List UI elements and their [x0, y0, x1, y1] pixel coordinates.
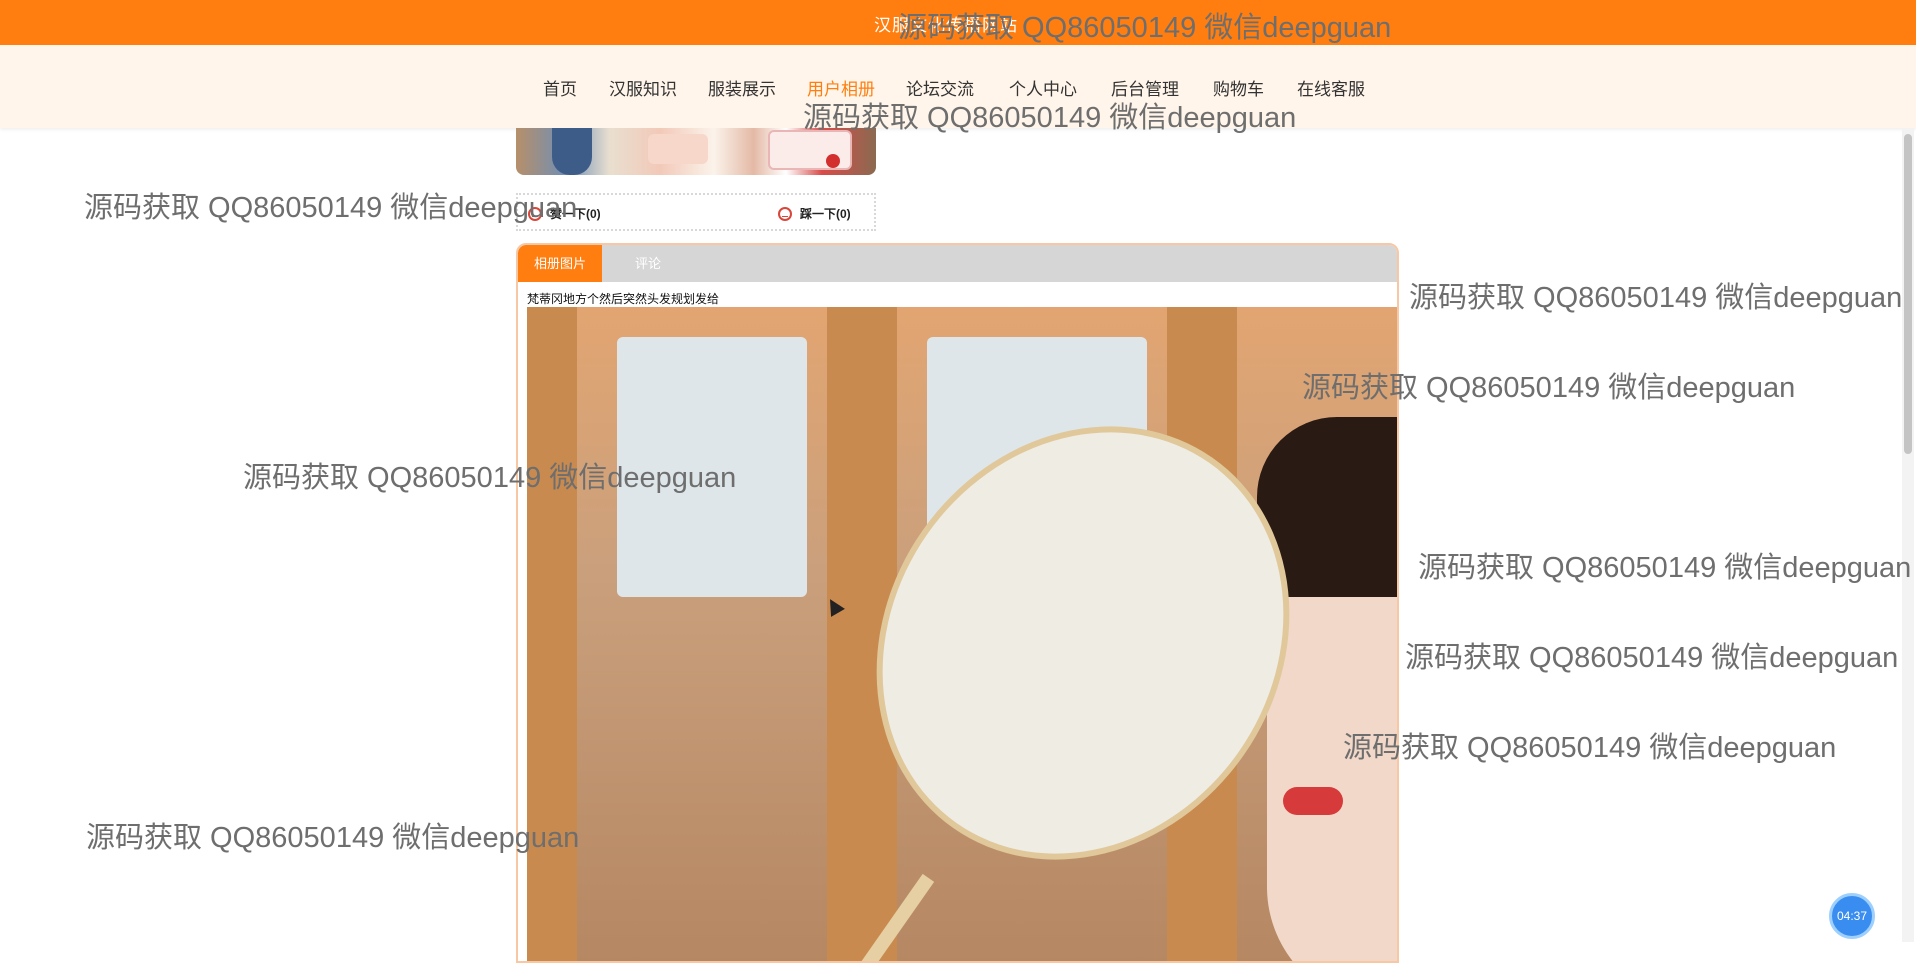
- nav-menu: 首页 汉服知识 服装展示 用户相册 论坛交流 个人中心 后台管理 购物车 在线客…: [0, 75, 1916, 99]
- nav-item-cart[interactable]: 购物车: [1213, 75, 1264, 100]
- smiley-face-icon: [528, 207, 542, 221]
- tab-comments[interactable]: 评论: [618, 245, 678, 282]
- main-nav-bar: 首页 汉服知识 服装展示 用户相册 论坛交流 个人中心 后台管理 购物车 在线客…: [0, 45, 1916, 128]
- vertical-scrollbar[interactable]: [1902, 128, 1914, 942]
- site-title: 汉服文化传播网站: [874, 16, 1018, 35]
- watermark: 源码获取 QQ86050149 微信deepguan: [1418, 552, 1912, 584]
- nav-item-admin[interactable]: 后台管理: [1111, 75, 1179, 100]
- watermark: 源码获取 QQ86050149 微信deepguan: [1343, 732, 1837, 764]
- watermark: 源码获取 QQ86050149 微信deepguan: [84, 192, 578, 224]
- vote-bar: 赞一下(0) 踩一下(0): [516, 193, 876, 231]
- like-label: 赞一下(0): [550, 207, 601, 221]
- smiley-face-icon: [778, 207, 792, 221]
- scrollbar-thumb[interactable]: [1904, 134, 1912, 454]
- album-description: 梵蒂冈地方个然后突然头发规划发给: [527, 292, 720, 306]
- album-photo: [527, 307, 1397, 961]
- top-header-bar: 汉服文化传播网站: [0, 0, 1916, 45]
- tab-album-images[interactable]: 相册图片: [518, 245, 602, 282]
- nav-item-clothing-showcase[interactable]: 服装展示: [708, 75, 776, 100]
- tab-bar: 相册图片 评论: [518, 245, 1397, 282]
- nav-item-personal-center[interactable]: 个人中心: [1009, 75, 1077, 100]
- nav-item-forum[interactable]: 论坛交流: [906, 75, 974, 100]
- watermark: 源码获取 QQ86050149 微信deepguan: [1409, 282, 1903, 314]
- dislike-button[interactable]: 踩一下(0): [778, 205, 851, 222]
- nav-item-user-album[interactable]: 用户相册: [807, 75, 875, 100]
- timer-badge: 04:37: [1829, 893, 1875, 939]
- nav-item-home[interactable]: 首页: [543, 75, 577, 100]
- nav-item-online-service[interactable]: 在线客服: [1297, 75, 1365, 100]
- album-cover-thumbnail[interactable]: [516, 128, 876, 175]
- dislike-label: 踩一下(0): [800, 207, 851, 221]
- watermark: 源码获取 QQ86050149 微信deepguan: [86, 822, 580, 854]
- nav-item-hanfu-knowledge[interactable]: 汉服知识: [609, 75, 677, 100]
- watermark: 源码获取 QQ86050149 微信deepguan: [1405, 642, 1899, 674]
- like-button[interactable]: 赞一下(0): [528, 205, 601, 222]
- album-detail-panel: 相册图片 评论 梵蒂冈地方个然后突然头发规划发给: [516, 243, 1399, 963]
